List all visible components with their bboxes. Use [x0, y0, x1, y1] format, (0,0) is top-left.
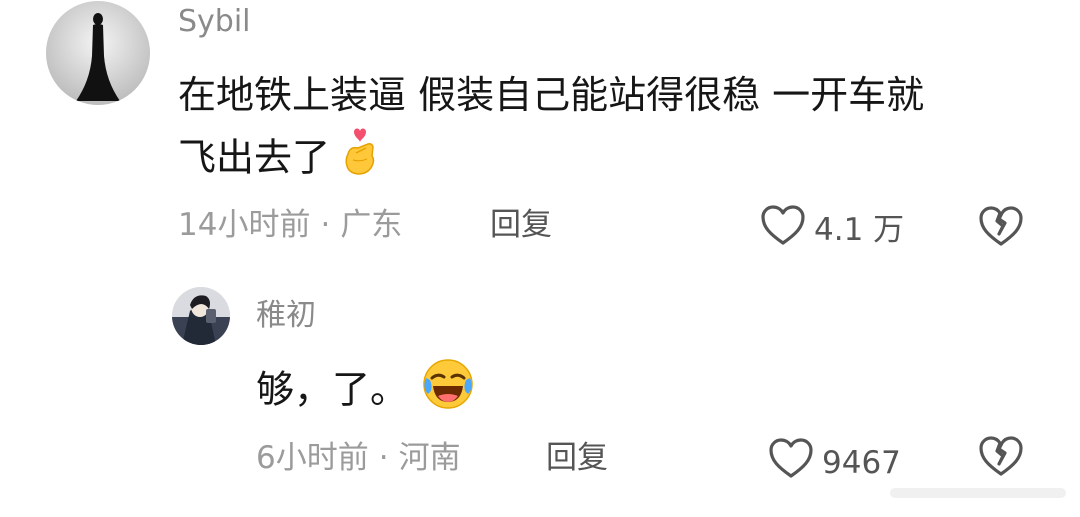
broken-heart-icon[interactable]: [978, 204, 1024, 252]
reply-button[interactable]: 回复: [490, 206, 552, 244]
divider: [890, 488, 1066, 498]
avatar[interactable]: [46, 1, 150, 105]
separator: ·: [320, 207, 331, 243]
reply-button[interactable]: 回复: [546, 439, 608, 477]
username[interactable]: 稚初: [256, 298, 316, 334]
comment-text-line: 飞出去了: [178, 135, 331, 180]
comment-text-line: 在地铁上装逼 假装自己能站得很稳 一开车就: [178, 73, 925, 117]
heart-outline-icon: [768, 437, 814, 488]
comment-meta: 14小时前 · 广东: [178, 206, 402, 244]
comment-text: 飞出去了: [178, 126, 380, 194]
comment-text-line: 够，了。: [256, 367, 409, 412]
broken-heart-icon[interactable]: [978, 434, 1024, 482]
like-count: 9467: [822, 444, 901, 481]
like-count: 4.1 万: [814, 211, 905, 248]
avatar[interactable]: [172, 287, 230, 345]
comment-text: 在地铁上装逼 假装自己能站得很稳 一开车就: [178, 66, 924, 124]
location: 河南: [398, 440, 461, 476]
like-button[interactable]: 4.1 万: [760, 204, 904, 255]
timestamp: 14小时前: [178, 207, 311, 243]
username[interactable]: Sybil: [178, 4, 251, 40]
heart-hands-emoji-icon: [342, 126, 380, 194]
separator: ·: [378, 440, 389, 476]
timestamp: 6小时前: [256, 440, 369, 476]
comment-meta: 6小时前 · 河南: [256, 439, 461, 477]
heart-outline-icon: [760, 204, 806, 255]
comment-text: 够，了。: [256, 356, 476, 428]
laughing-crying-emoji-icon: [420, 356, 476, 428]
like-button[interactable]: 9467: [768, 437, 901, 488]
location: 广东: [340, 207, 403, 243]
